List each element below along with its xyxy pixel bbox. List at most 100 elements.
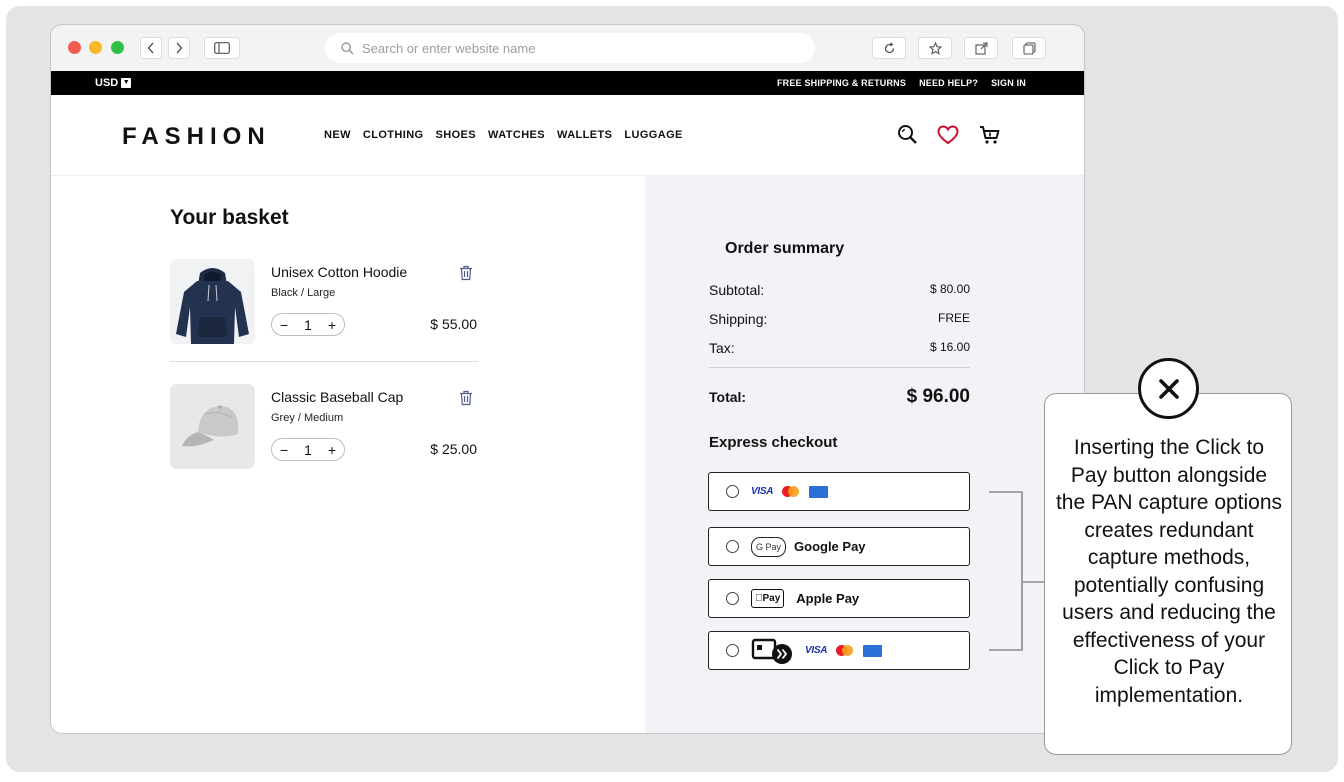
shipping-label: Shipping:	[709, 311, 768, 327]
chevron-left-icon	[147, 42, 154, 54]
item-variant: Black / Large	[271, 287, 336, 299]
google-pay-label: Google Pay	[794, 539, 866, 554]
google-pay-option[interactable]: G Pay Google Pay	[708, 527, 970, 566]
item-name[interactable]: Classic Baseball Cap	[271, 389, 403, 405]
address-bar[interactable]: Search or enter website name	[325, 33, 815, 63]
close-window-button[interactable]	[68, 41, 81, 54]
forward-button[interactable]	[168, 37, 190, 59]
chevron-right-icon	[176, 42, 183, 54]
tax-value: $ 16.00	[929, 340, 970, 354]
tabs-icon	[1022, 41, 1036, 55]
item-divider	[170, 361, 478, 362]
subtotal-value: $ 80.00	[929, 282, 970, 296]
shipping-row: Shipping: FREE	[709, 311, 970, 327]
item-name[interactable]: Unisex Cotton Hoodie	[271, 264, 407, 280]
address-placeholder: Search or enter website name	[362, 40, 536, 56]
tax-label: Tax:	[709, 340, 735, 356]
callout-box: Inserting the Click to Pay button alongs…	[1044, 393, 1292, 755]
minimize-window-button[interactable]	[89, 41, 102, 54]
heart-icon[interactable]	[936, 123, 960, 147]
nav-item-luggage[interactable]: LUGGAGE	[624, 129, 682, 141]
share-icon	[974, 41, 988, 55]
tax-row: Tax: $ 16.00	[709, 340, 970, 356]
back-button[interactable]	[140, 37, 162, 59]
quantity-stepper: − 1 +	[271, 438, 345, 461]
maximize-window-button[interactable]	[111, 41, 124, 54]
click-to-pay-option[interactable]: VISA	[708, 631, 970, 670]
decrease-qty-button[interactable]: −	[280, 317, 288, 333]
trash-icon[interactable]	[459, 265, 473, 281]
chevron-down-icon: ▼	[121, 78, 132, 88]
item-price: $ 55.00	[430, 316, 477, 332]
subtotal-row: Subtotal: $ 80.00	[709, 282, 970, 298]
browser-toolbar: Search or enter website name	[51, 25, 1084, 71]
total-row: Total: $ 96.00	[709, 386, 970, 408]
google-pay-badge: G Pay	[751, 536, 787, 557]
total-value: $ 96.00	[906, 386, 970, 407]
search-icon	[341, 41, 354, 55]
reload-button[interactable]	[872, 37, 906, 59]
trash-icon[interactable]	[459, 390, 473, 406]
nav-item-clothing[interactable]: CLOTHING	[363, 129, 424, 141]
express-checkout-title: Express checkout	[709, 434, 838, 451]
reload-icon	[884, 41, 894, 53]
top-links: FREE SHIPPING & RETURNS NEED HELP? SIGN …	[777, 78, 1026, 88]
nav-item-shoes[interactable]: SHOES	[436, 129, 477, 141]
total-label: Total:	[709, 389, 747, 405]
order-summary-title: Order summary	[725, 240, 845, 257]
need-help-link[interactable]: NEED HELP?	[919, 78, 978, 88]
tabs-overview-button[interactable]	[1012, 37, 1046, 59]
mastercard-icon	[836, 645, 854, 656]
amex-card-icon	[809, 485, 829, 498]
close-x-icon	[1138, 358, 1199, 419]
currency-label: USD	[95, 77, 119, 89]
radio-button[interactable]	[726, 485, 739, 498]
free-shipping-link[interactable]: FREE SHIPPING & RETURNS	[777, 78, 906, 88]
card-payment-option[interactable]: VISA	[708, 472, 970, 511]
bookmark-button[interactable]	[918, 37, 952, 59]
basket-title: Your basket	[170, 206, 289, 229]
decrease-qty-button[interactable]: −	[280, 442, 288, 458]
radio-button[interactable]	[726, 644, 739, 657]
quantity-value: 1	[304, 441, 312, 458]
shipping-value: FREE	[937, 311, 970, 325]
cart-icon[interactable]	[978, 123, 1002, 147]
sidebar-toggle-button[interactable]	[204, 37, 240, 59]
nav-item-wallets[interactable]: WALLETS	[557, 129, 612, 141]
summary-divider	[709, 367, 970, 368]
hoodie-image[interactable]	[170, 259, 255, 344]
top-info-bar: USD ▼ FREE SHIPPING & RETURNS NEED HELP?…	[51, 71, 1084, 95]
callout-bracket	[989, 491, 1045, 651]
currency-selector[interactable]: USD ▼	[95, 77, 132, 89]
increase-qty-button[interactable]: +	[328, 317, 336, 333]
basket-item: Unisex Cotton Hoodie Black / Large − 1 +…	[170, 259, 480, 345]
item-variant: Grey / Medium	[271, 412, 344, 424]
sign-in-link[interactable]: SIGN IN	[991, 78, 1026, 88]
nav-item-new[interactable]: NEW	[324, 129, 351, 141]
visa-logo: VISA	[805, 645, 828, 656]
click-to-pay-icon	[751, 638, 792, 664]
apple-pay-label: Apple Pay	[788, 591, 859, 606]
cap-image[interactable]	[170, 384, 255, 469]
site-logo[interactable]: FASHION	[122, 123, 271, 151]
main-nav: NEW CLOTHING SHOES WATCHES WALLETS LUGGA…	[324, 129, 683, 141]
amex-card-icon	[863, 644, 883, 657]
quantity-value: 1	[304, 316, 312, 333]
subtotal-label: Subtotal:	[709, 282, 765, 298]
radio-button[interactable]	[726, 540, 739, 553]
radio-button[interactable]	[726, 592, 739, 605]
site-header: FASHION NEW CLOTHING SHOES WATCHES WALLE…	[51, 95, 1084, 176]
sidebar-icon	[214, 42, 230, 54]
share-button[interactable]	[964, 37, 998, 59]
basket-item: Classic Baseball Cap Grey / Medium − 1 +…	[170, 384, 480, 470]
nav-item-watches[interactable]: WATCHES	[488, 129, 545, 141]
quantity-stepper: − 1 +	[271, 313, 345, 336]
basket-panel: Your basket Unisex Cotton Hoodie Black /…	[51, 176, 645, 733]
increase-qty-button[interactable]: +	[328, 442, 336, 458]
search-icon[interactable]	[896, 123, 920, 147]
apple-pay-option[interactable]: Pay Apple Pay	[708, 579, 970, 618]
star-icon	[928, 41, 942, 55]
item-price: $ 25.00	[430, 441, 477, 457]
apple-pay-badge: Pay	[751, 589, 785, 608]
visa-logo: VISA	[751, 486, 774, 497]
